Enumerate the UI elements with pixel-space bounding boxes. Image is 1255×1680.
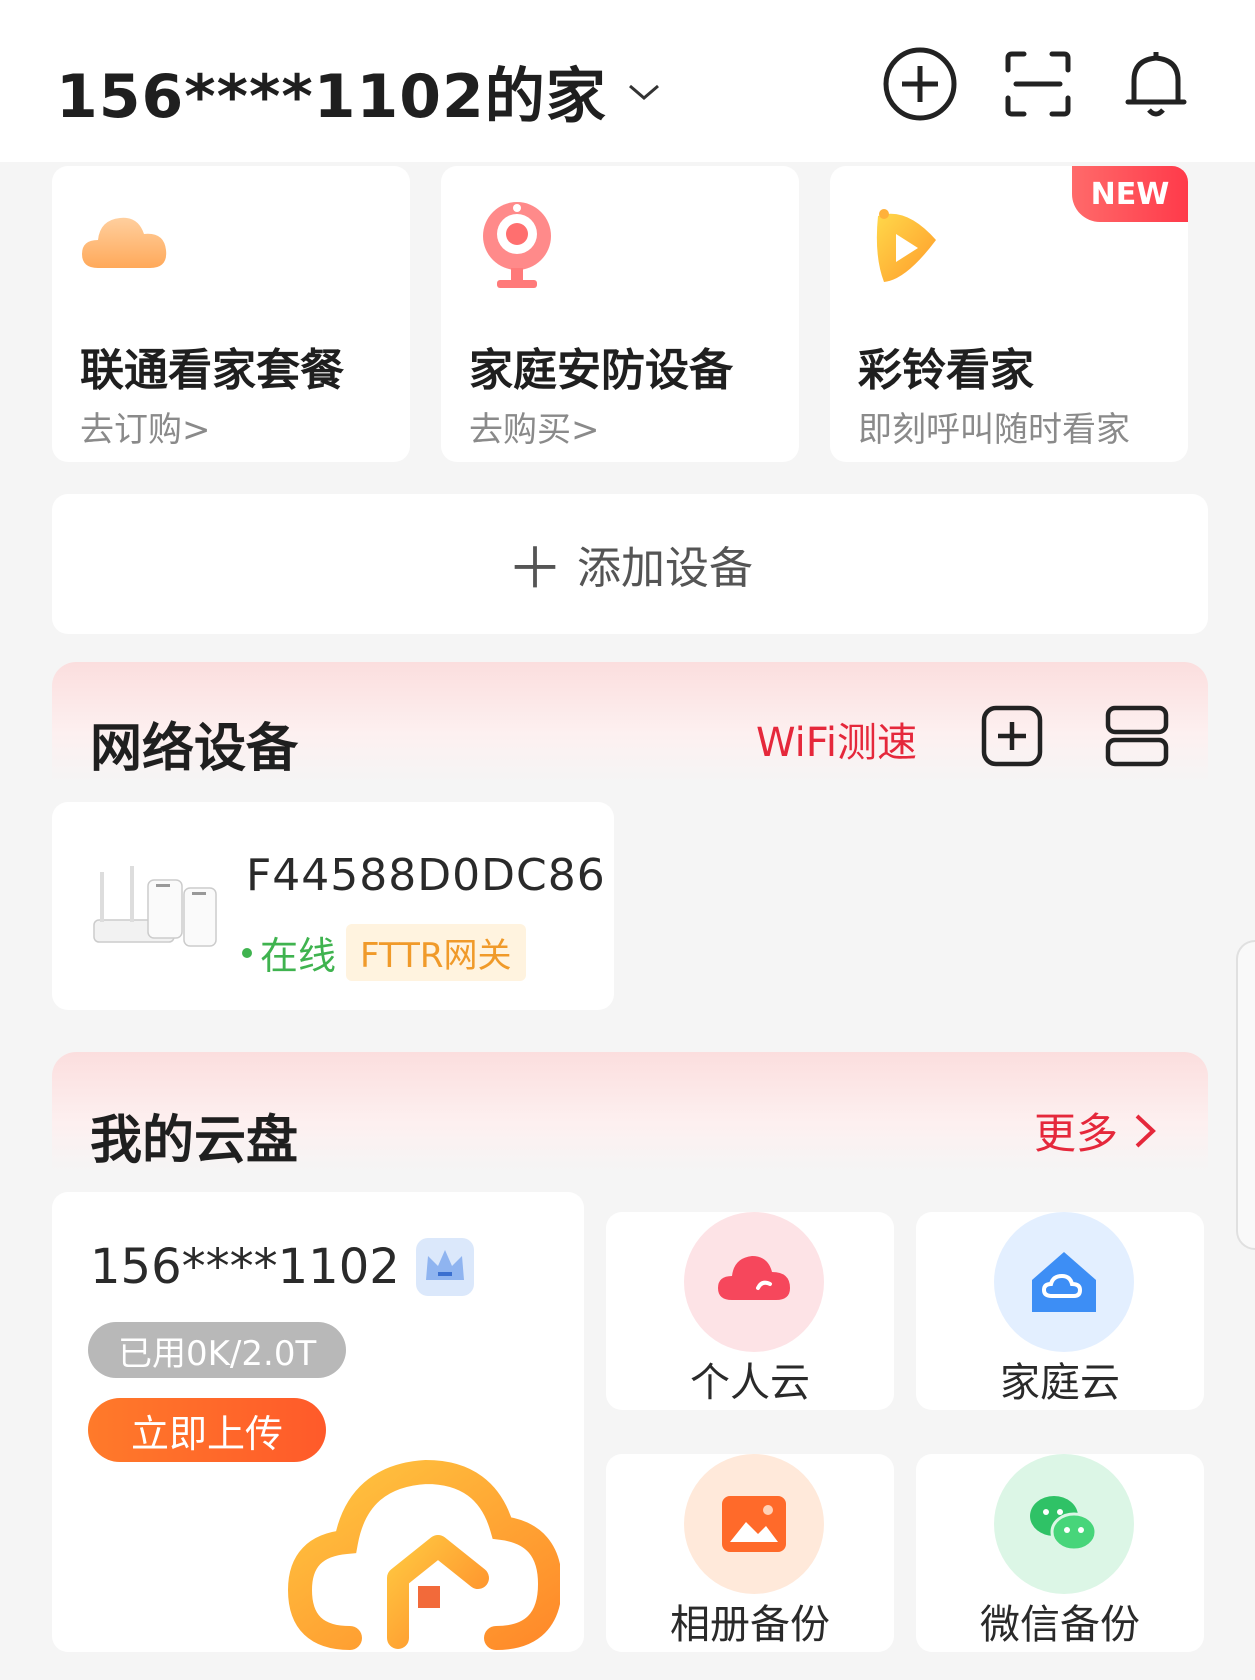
device-type-tag: FTTR网关 [346,924,526,981]
photo-backup-icon-bg [684,1454,824,1594]
service-subtitle[interactable]: 即刻呼叫随时看家 [858,402,1130,451]
upload-now-button[interactable]: 立即上传 [88,1398,326,1462]
plus-icon: ＋ [507,536,563,602]
chevron-down-icon [628,84,659,100]
more-link[interactable]: 更多 [1034,1100,1158,1161]
add-square-icon[interactable] [980,704,1044,768]
home-cloud-illustration [288,1459,560,1650]
personal-cloud-icon-bg [684,1212,824,1352]
section-title: 我的云盘 [90,1111,299,1171]
wechat-backup-tile[interactable]: 微信备份 [916,1454,1204,1652]
service-title: 彩铃看家 [858,345,1034,396]
family-cloud-tile[interactable]: 家庭云 [916,1212,1204,1410]
home-selector[interactable]: 156****1102的家 [56,48,661,135]
add-device-button[interactable]: ＋ 添加设备 [52,494,1208,634]
cloud-section-header: 我的云盘 更多 [52,1052,1208,1172]
top-bar: 156****1102的家 [0,0,1255,162]
cloud-account-card: 156****1102 已用0K/2.0T 立即上传 [52,1192,584,1652]
side-drawer-handle[interactable] [1236,940,1255,1250]
bell-icon[interactable] [1116,44,1196,124]
camera-icon [483,202,551,288]
photo-backup-tile[interactable]: 相册备份 [606,1454,894,1652]
tile-label: 家庭云 [1000,1360,1120,1406]
scan-icon[interactable] [998,44,1078,124]
network-device-card[interactable]: F44588D0DC86 在线 FTTR网关 [52,802,614,1010]
layout-toggle-icon[interactable] [1104,704,1170,768]
storage-usage-pill: 已用0K/2.0T [88,1322,347,1378]
account-row: 156****1102 [90,1236,476,1298]
chevron-right-icon [1135,1114,1156,1147]
service-title: 联通看家套餐 [80,345,344,396]
play-bell-icon [876,209,936,282]
service-subtitle[interactable]: 去购买> [469,402,600,451]
tile-label: 微信备份 [980,1602,1140,1648]
service-title: 家庭安防设备 [469,345,733,396]
new-badge: NEW [1072,166,1188,222]
photo-backup-icon [722,1496,786,1552]
service-subtitle[interactable]: 去订购> [80,402,211,451]
more-label: 更多 [1034,1109,1119,1158]
crown-icon [415,1238,474,1296]
family-cloud-icon [1032,1252,1096,1312]
section-title: 网络设备 [90,719,299,779]
service-card-security[interactable]: 家庭安防设备 去购买> [441,166,799,462]
wechat-icon [1030,1496,1098,1552]
device-name: F44588D0DC86 [246,850,606,901]
home-name: 156****1102的家 [56,62,607,132]
cloud-icon [82,217,167,268]
account-number: 156****1102 [90,1239,400,1295]
personal-cloud-tile[interactable]: 个人云 [606,1212,894,1410]
online-status: 在线 [242,925,336,980]
wifi-speedtest-link[interactable]: WiFi测速 [756,710,917,768]
add-device-label: 添加设备 [577,543,753,594]
router-image [93,866,217,947]
personal-cloud-icon [718,1256,790,1300]
family-cloud-icon-bg [994,1212,1134,1352]
add-circle-icon[interactable] [880,44,960,124]
service-card-package[interactable]: 联通看家套餐 去订购> [52,166,410,462]
status-dot [242,947,252,958]
service-card-ringtone[interactable]: NEW 彩铃看家 即刻呼叫随时看家 [830,166,1188,462]
tile-label: 相册备份 [670,1602,830,1648]
network-section-header: 网络设备 WiFi测速 [52,662,1208,782]
online-status-text: 在线 [260,934,337,978]
wechat-backup-icon-bg [994,1454,1134,1594]
device-status-row: 在线 FTTR网关 [242,924,526,981]
tile-label: 个人云 [690,1360,810,1406]
